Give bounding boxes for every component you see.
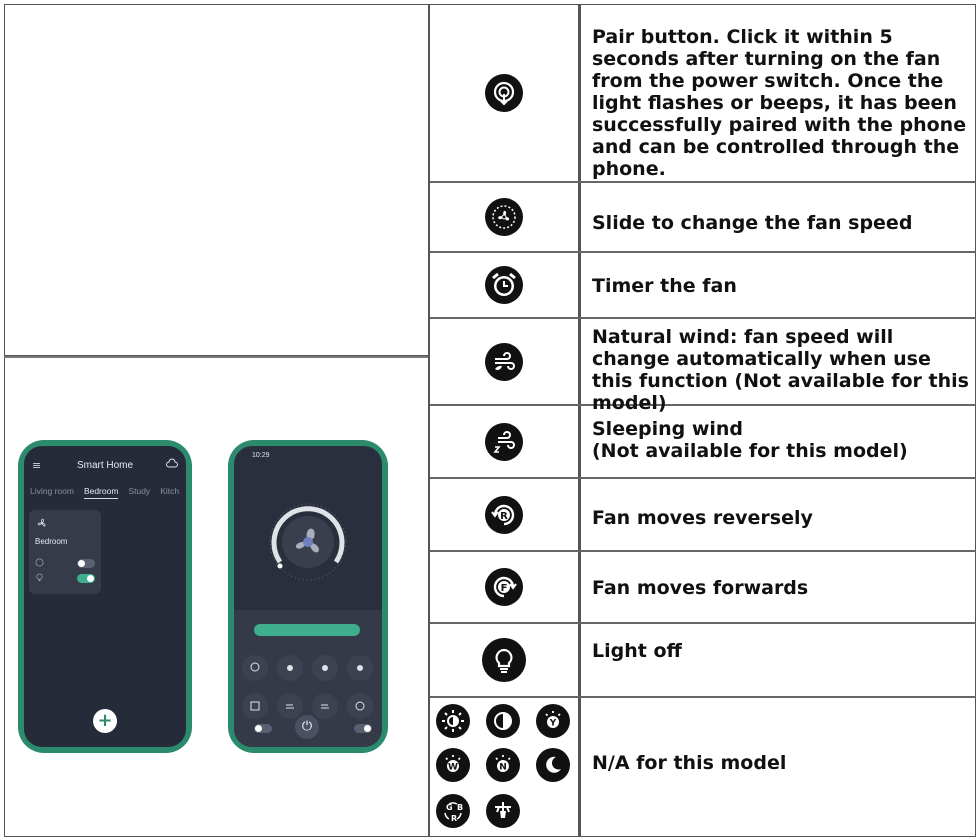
forward-badge: F: [501, 583, 508, 594]
fan-small-icon: [35, 558, 44, 567]
row-reverse-text: Fan moves reversely: [592, 507, 813, 529]
white-light-icon: W: [436, 748, 470, 782]
add-device-button[interactable]: +: [93, 709, 117, 733]
status-bar-time: 10:29: [252, 452, 270, 459]
control-panel: ⏻: [234, 610, 382, 747]
fan-mini-toggle[interactable]: [354, 724, 372, 733]
room-card-bedroom[interactable]: Bedroom: [29, 510, 101, 594]
color-r-badge: R: [451, 814, 457, 823]
row-timer-icon-cell: [430, 253, 578, 317]
phone-fan-mockup: 10:29 ⏻: [228, 440, 388, 753]
row-sleep-icon-cell: [430, 406, 578, 477]
light-bulb-icon: [482, 638, 526, 682]
row-light-text: Light off: [592, 640, 682, 662]
row-na-text: N/A for this model: [592, 752, 787, 774]
column-divider-2: [578, 4, 581, 837]
neutral-light-icon: N: [486, 748, 520, 782]
row-natural-text: Natural wind: fan speed will change auto…: [592, 326, 969, 414]
reverse-button[interactable]: [347, 693, 373, 719]
light-mini-toggle[interactable]: [254, 724, 272, 733]
room-tabs: Living room Bedroom Study Kitch: [30, 486, 179, 499]
left-divider: [4, 356, 428, 358]
natural-wind-icon: [485, 342, 523, 381]
fan-speed-icon: [485, 198, 523, 236]
light-button-2[interactable]: [312, 655, 338, 681]
control-buttons: [242, 655, 376, 719]
forward-icon: F: [485, 568, 523, 606]
row-pair-text: Pair button. Click it within 5 seconds a…: [592, 26, 967, 180]
na-icons-group: Y W N GBR: [436, 702, 572, 832]
contrast-icon: [486, 704, 520, 738]
row-divider: [430, 696, 976, 698]
row-natural-icon-cell: [430, 319, 578, 404]
sleep-wind-button[interactable]: [312, 693, 338, 719]
tab-bedroom[interactable]: Bedroom: [83, 486, 119, 499]
white-light-badge: W: [448, 763, 458, 773]
tab-kitchen[interactable]: Kitch: [160, 486, 179, 499]
phone-home-screen: ≡ Smart Home Living room Bedroom Study K…: [24, 446, 186, 747]
light-toggle[interactable]: [77, 574, 95, 583]
fan-icon: [37, 518, 46, 527]
left-empty-cell: [4, 4, 428, 356]
timer-button[interactable]: [242, 693, 268, 719]
speed-slider[interactable]: [254, 624, 360, 636]
natural-wind-button[interactable]: [277, 693, 303, 719]
fan-toggle[interactable]: [77, 559, 95, 568]
row-pair-icon-cell: [430, 4, 578, 181]
row-reverse-icon-cell: R: [430, 479, 578, 550]
bulb-small-icon: [36, 573, 43, 582]
pair-button[interactable]: [242, 655, 268, 681]
fan-speed-dial[interactable]: [262, 496, 354, 588]
light-button-1[interactable]: [277, 655, 303, 681]
reverse-icon: R: [485, 495, 523, 534]
app-title: Smart Home: [76, 460, 134, 471]
neutral-light-badge: N: [499, 763, 507, 773]
tab-study[interactable]: Study: [128, 486, 150, 499]
yellow-light-badge: Y: [549, 719, 557, 729]
table-border-right: [975, 4, 976, 837]
moon-icon: [536, 748, 570, 782]
yellow-light-icon: Y: [536, 704, 570, 738]
light-button-3[interactable]: [347, 655, 373, 681]
color-cycle-icon: GBR: [436, 794, 470, 828]
color-b-badge: B: [457, 803, 463, 812]
row-forward-icon-cell: F: [430, 552, 578, 622]
power-button[interactable]: ⏻: [295, 715, 319, 739]
reverse-badge: R: [500, 511, 508, 522]
room-card-name: Bedroom: [35, 537, 68, 546]
cloud-icon[interactable]: [166, 458, 178, 470]
row-speed-icon-cell: [430, 183, 578, 251]
sleeping-wind-icon: [485, 422, 523, 461]
tab-living-room[interactable]: Living room: [30, 486, 74, 499]
instruction-table: Pair button. Click it within 5 seconds a…: [0, 0, 978, 839]
row-speed-text: Slide to change the fan speed: [592, 212, 913, 234]
pair-icon: [485, 73, 523, 112]
row-forward-text: Fan moves forwards: [592, 577, 809, 599]
row-timer-text: Timer the fan: [592, 275, 737, 297]
row-sleep-text: Sleeping wind (Not available for this mo…: [592, 418, 908, 462]
ceiling-fan-icon: [486, 794, 520, 828]
brightness-icon: [436, 704, 470, 738]
phone-home-mockup: ≡ Smart Home Living room Bedroom Study K…: [18, 440, 192, 753]
phone-fan-screen: 10:29 ⏻: [234, 446, 382, 747]
alarm-clock-icon: [485, 266, 523, 304]
row-light-icon-cell: [430, 624, 578, 696]
